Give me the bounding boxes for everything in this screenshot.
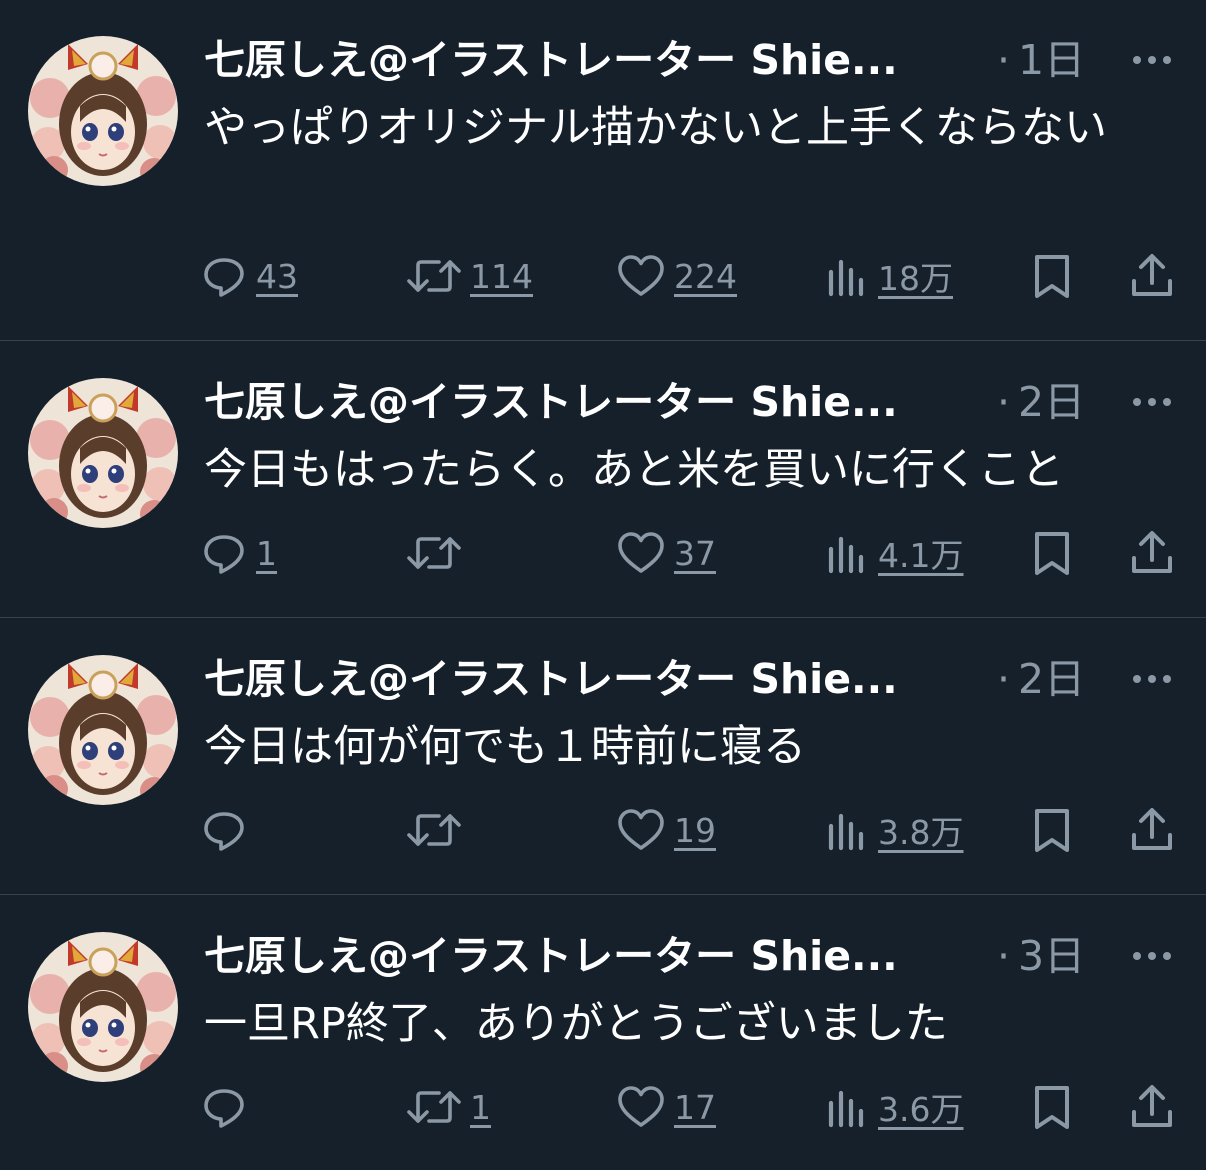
like-count[interactable]: 17 <box>674 1088 716 1127</box>
speech-bubble-icon <box>200 252 248 300</box>
speech-bubble-icon <box>200 529 248 577</box>
reply-button[interactable]: 43 <box>200 246 298 306</box>
share-upload-icon <box>1128 805 1176 855</box>
avatar[interactable] <box>28 378 178 528</box>
separator-dot: · <box>997 932 1011 980</box>
separator-dot: · <box>997 36 1011 84</box>
tweet-text: 今日は何が何でも１時前に寝る <box>204 722 806 772</box>
bookmark-icon <box>1028 251 1076 301</box>
like-count[interactable]: 37 <box>674 534 716 573</box>
timestamp[interactable]: 1日 <box>1018 32 1085 88</box>
bar-chart-icon <box>824 252 870 300</box>
reply-button[interactable] <box>200 1077 256 1137</box>
action-bar: 1 17 3.6万 <box>200 1077 1190 1137</box>
display-name[interactable]: 七原しえ@イラストレーター Shie... <box>204 374 994 430</box>
tweet-text: 今日もはったらく。あと米を買いに行くこと <box>204 445 1064 495</box>
more-dots-icon[interactable] <box>1129 659 1175 699</box>
views-count[interactable]: 4.1万 <box>878 529 963 577</box>
separator-dot: · <box>997 655 1011 703</box>
more-dots-icon[interactable] <box>1129 936 1175 976</box>
share-button[interactable] <box>1128 246 1176 306</box>
heart-icon <box>616 252 666 300</box>
bookmark-button[interactable] <box>1028 246 1076 306</box>
retweet-button[interactable] <box>406 523 470 583</box>
retweet-arrows-icon <box>406 529 462 577</box>
retweet-arrows-icon <box>406 806 462 854</box>
heart-icon <box>616 529 666 577</box>
like-button[interactable]: 224 <box>616 246 737 306</box>
views-count[interactable]: 18万 <box>878 252 953 300</box>
more-dots-icon[interactable] <box>1129 382 1175 422</box>
bookmark-icon <box>1028 805 1076 855</box>
bar-chart-icon <box>824 806 870 854</box>
tweet-card[interactable]: 七原しえ@イラストレーター Shie... · 3日 一旦RP終了、ありがとうご… <box>0 896 1206 1170</box>
reply-button[interactable]: 1 <box>200 523 277 583</box>
reply-button[interactable] <box>200 800 256 860</box>
timestamp[interactable]: 2日 <box>1018 651 1085 707</box>
action-bar: 19 3.8万 <box>200 800 1190 860</box>
tweet-card[interactable]: 七原しえ@イラストレーター Shie... · 2日 今日は何が何でも１時前に寝… <box>0 619 1206 895</box>
display-name[interactable]: 七原しえ@イラストレーター Shie... <box>204 32 994 88</box>
retweet-arrows-icon <box>406 252 462 300</box>
share-button[interactable] <box>1128 1077 1176 1137</box>
reply-count[interactable]: 1 <box>256 534 277 573</box>
like-count[interactable]: 19 <box>674 811 716 850</box>
views-count[interactable]: 3.6万 <box>878 1083 963 1131</box>
like-button[interactable]: 19 <box>616 800 716 860</box>
tweet-header: 七原しえ@イラストレーター Shie... · 1日 <box>204 32 1204 88</box>
share-button[interactable] <box>1128 523 1176 583</box>
share-upload-icon <box>1128 1082 1176 1132</box>
tweet-header: 七原しえ@イラストレーター Shie... · 2日 <box>204 374 1204 430</box>
timestamp[interactable]: 3日 <box>1018 928 1085 984</box>
action-bar: 43 114 224 18万 <box>200 246 1190 306</box>
retweet-button[interactable] <box>406 800 470 860</box>
views-button[interactable]: 3.6万 <box>824 1077 963 1137</box>
retweet-button[interactable]: 1 <box>406 1077 491 1137</box>
tweet-header: 七原しえ@イラストレーター Shie... · 3日 <box>204 928 1204 984</box>
speech-bubble-icon <box>200 806 248 854</box>
retweet-count[interactable]: 1 <box>470 1088 491 1127</box>
tweet-text: やっぱりオリジナル描かないと上手くならない <box>204 103 1107 153</box>
views-count[interactable]: 3.8万 <box>878 806 963 854</box>
share-upload-icon <box>1128 251 1176 301</box>
more-dots-icon[interactable] <box>1129 40 1175 80</box>
tweet-card[interactable]: 七原しえ@イラストレーター Shie... · 2日 今日もはったらく。あと米を… <box>0 342 1206 618</box>
views-button[interactable]: 18万 <box>824 246 953 306</box>
tweet-card[interactable]: 七原しえ@イラストレーター Shie... · 1日 やっぱりオリジナル描かない… <box>0 0 1206 341</box>
retweet-arrows-icon <box>406 1083 462 1131</box>
bar-chart-icon <box>824 1083 870 1131</box>
bookmark-icon <box>1028 528 1076 578</box>
tweet-text: 一旦RP終了、ありがとうございました <box>204 999 948 1049</box>
separator-dot: · <box>997 378 1011 426</box>
share-upload-icon <box>1128 528 1176 578</box>
display-name[interactable]: 七原しえ@イラストレーター Shie... <box>204 651 994 707</box>
avatar[interactable] <box>28 932 178 1082</box>
like-button[interactable]: 17 <box>616 1077 716 1137</box>
bookmark-button[interactable] <box>1028 800 1076 860</box>
bookmark-button[interactable] <box>1028 1077 1076 1137</box>
action-bar: 1 37 4.1万 <box>200 523 1190 583</box>
tweet-header: 七原しえ@イラストレーター Shie... · 2日 <box>204 651 1204 707</box>
bar-chart-icon <box>824 529 870 577</box>
heart-icon <box>616 1083 666 1131</box>
display-name[interactable]: 七原しえ@イラストレーター Shie... <box>204 928 994 984</box>
views-button[interactable]: 3.8万 <box>824 800 963 860</box>
reply-count[interactable]: 43 <box>256 257 298 296</box>
retweet-button[interactable]: 114 <box>406 246 533 306</box>
like-count[interactable]: 224 <box>674 257 737 296</box>
heart-icon <box>616 806 666 854</box>
like-button[interactable]: 37 <box>616 523 716 583</box>
avatar[interactable] <box>28 36 178 186</box>
retweet-count[interactable]: 114 <box>470 257 533 296</box>
bookmark-button[interactable] <box>1028 523 1076 583</box>
speech-bubble-icon <box>200 1083 248 1131</box>
share-button[interactable] <box>1128 800 1176 860</box>
views-button[interactable]: 4.1万 <box>824 523 963 583</box>
timestamp[interactable]: 2日 <box>1018 374 1085 430</box>
bookmark-icon <box>1028 1082 1076 1132</box>
avatar[interactable] <box>28 655 178 805</box>
